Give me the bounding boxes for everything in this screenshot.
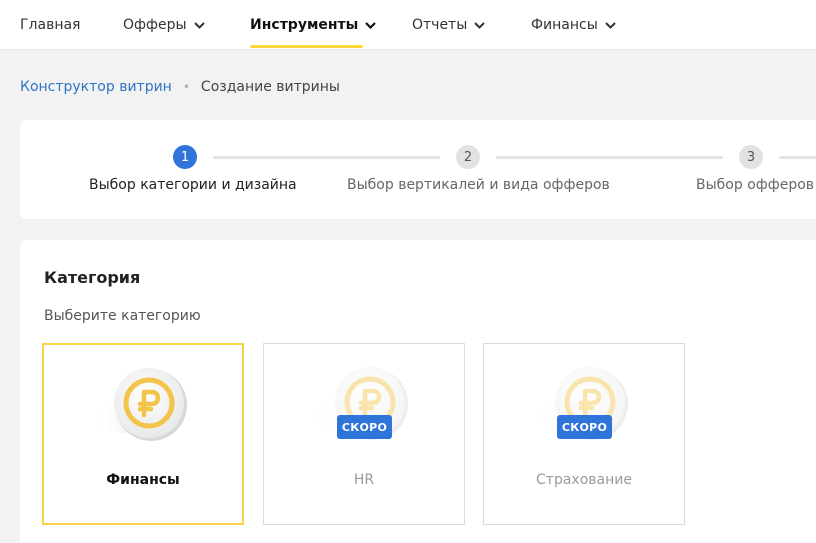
category-option-label: Страхование <box>536 472 632 488</box>
breadcrumb-separator: • <box>182 80 190 94</box>
nav-item-label: Главная <box>20 17 81 33</box>
nav-item-label: Отчеты <box>412 17 468 33</box>
ruble-coin-icon <box>92 368 187 441</box>
step-connector <box>779 156 816 159</box>
category-title: Категория <box>44 268 141 287</box>
top-navigation: Главная Офферы Инструменты Отчеты Финанс… <box>0 0 816 50</box>
breadcrumb-link-showcase-builder[interactable]: Конструктор витрин <box>20 79 172 95</box>
step-2-label: Выбор вертикалей и вида офферов <box>347 177 610 193</box>
chevron-down-icon <box>193 21 205 29</box>
step-2-number: 2 <box>456 145 480 169</box>
stepper: 1 Выбор категории и дизайна 2 Выбор верт… <box>20 120 816 219</box>
nav-item-offers[interactable]: Офферы <box>123 0 205 50</box>
nav-item-reports[interactable]: Отчеты <box>412 0 485 50</box>
step-connector <box>213 156 440 159</box>
step-3-number: 3 <box>739 145 763 169</box>
category-option-hr[interactable]: СКОРО HR <box>263 343 465 525</box>
nav-item-label: Офферы <box>123 17 187 33</box>
chevron-down-icon <box>474 21 485 29</box>
step-1-label: Выбор категории и дизайна <box>89 177 297 193</box>
nav-item-home[interactable]: Главная <box>20 0 80 50</box>
category-option-finance[interactable]: Финансы <box>42 343 244 525</box>
chevron-down-icon <box>365 21 377 29</box>
category-option-label: Финансы <box>106 472 180 488</box>
category-option-insurance[interactable]: СКОРО Страхование <box>483 343 685 525</box>
breadcrumb: Конструктор витрин • Создание витрины <box>20 77 340 97</box>
breadcrumb-current: Создание витрины <box>200 79 340 95</box>
coming-soon-badge: СКОРО <box>557 415 612 439</box>
nav-item-finance[interactable]: Финансы <box>531 0 616 50</box>
nav-item-label: Финансы <box>531 17 598 33</box>
step-3-label: Выбор офферов <box>696 177 815 193</box>
category-panel: Категория Выберите категорию Финансы СКО… <box>20 240 816 543</box>
step-1-number: 1 <box>173 145 197 169</box>
nav-item-label: Инструменты <box>250 17 359 33</box>
nav-active-indicator <box>250 45 363 48</box>
category-subtitle: Выберите категорию <box>44 308 201 324</box>
step-connector <box>496 156 723 159</box>
nav-item-tools[interactable]: Инструменты <box>250 0 377 50</box>
category-option-label: HR <box>353 472 375 488</box>
chevron-down-icon <box>605 21 616 29</box>
coming-soon-badge: СКОРО <box>337 415 392 439</box>
